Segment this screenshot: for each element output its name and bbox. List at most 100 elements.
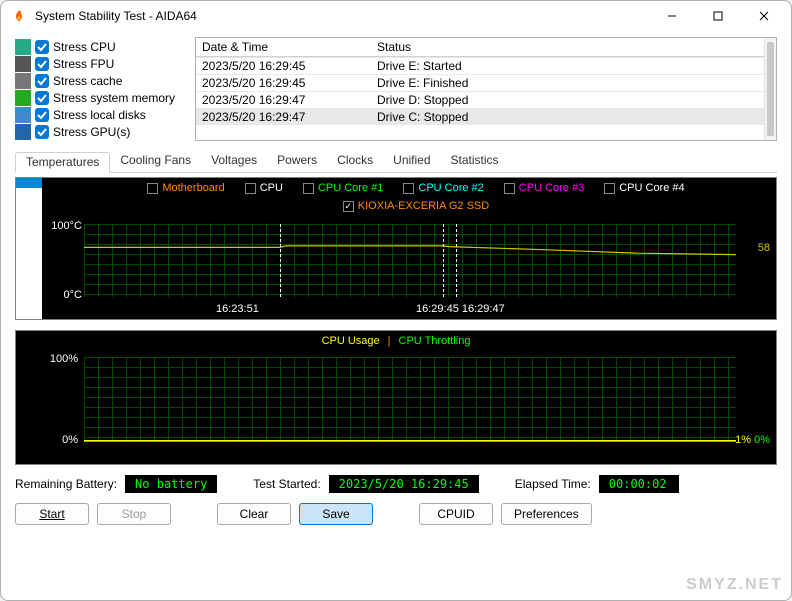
col-datetime-header[interactable]: Date & Time [196, 38, 371, 56]
legend-ssd[interactable]: KIOXIA-EXCERIA G2 SSD [343, 200, 489, 212]
log-status: Drive E: Finished [371, 75, 764, 91]
log-row[interactable]: 2023/5/20 16:29:47Drive D: Stopped [196, 91, 764, 108]
event-marker [280, 224, 281, 297]
log-datetime: 2023/5/20 16:29:47 [196, 109, 371, 125]
chart2-legend: CPU Usage | CPU Throttling [16, 331, 776, 351]
chart1-legend: Motherboard CPU CPU Core #1 CPU Core #2 CPU … [16, 178, 776, 196]
stress-label[interactable]: Stress cache [53, 74, 122, 88]
chart2-ytick-100: 100% [40, 353, 78, 365]
chart-tabs: TemperaturesCooling FansVoltagesPowersCl… [15, 151, 777, 173]
legend-cpu-core-2[interactable]: CPU Core #2 [403, 182, 483, 194]
chart1-ytick-100: 100°C [44, 220, 82, 232]
tab-powers[interactable]: Powers [267, 151, 327, 172]
log-row[interactable]: 2023/5/20 16:29:45Drive E: Started [196, 57, 764, 74]
stop-button[interactable]: Stop [97, 503, 171, 525]
tab-cooling-fans[interactable]: Cooling Fans [110, 151, 201, 172]
stress-option-4: Stress local disks [15, 107, 187, 123]
legend-sep: | [388, 335, 391, 347]
log-status: Drive C: Stopped [371, 109, 764, 125]
stress-option-3: Stress system memory [15, 90, 187, 106]
stress-options: Stress CPU Stress FPU Stress cache Stress s… [15, 37, 187, 141]
tab-temperatures[interactable]: Temperatures [15, 152, 110, 173]
titlebar: System Stability Test - AIDA64 [1, 1, 791, 31]
log-row[interactable]: 2023/5/20 16:29:45Drive E: Finished [196, 74, 764, 91]
legend-motherboard[interactable]: Motherboard [147, 182, 224, 194]
log-datetime: 2023/5/20 16:29:45 [196, 58, 371, 74]
preferences-button[interactable]: Preferences [501, 503, 592, 525]
start-button[interactable]: Start [15, 503, 89, 525]
checkbox-icon [147, 183, 158, 194]
minimize-button[interactable] [649, 1, 695, 31]
stress-label[interactable]: Stress CPU [53, 40, 116, 54]
checkbox-icon [245, 183, 256, 194]
tab-unified[interactable]: Unified [383, 151, 440, 172]
log-body: 2023/5/20 16:29:45Drive E: Started2023/5… [196, 57, 764, 125]
tab-voltages[interactable]: Voltages [201, 151, 267, 172]
checkbox-icon[interactable] [35, 108, 49, 122]
log-status: Drive D: Stopped [371, 92, 764, 108]
legend-label: CPU Core #4 [619, 182, 684, 194]
maximize-button[interactable] [695, 1, 741, 31]
legend-ssd-label: KIOXIA-EXCERIA G2 SSD [358, 200, 489, 212]
battery-value: No battery [125, 475, 217, 493]
legend-cpu-throttling: CPU Throttling [399, 335, 471, 347]
chart1-ytick-0: 0°C [44, 289, 82, 301]
chart1-sidebar[interactable] [16, 178, 42, 319]
legend-cpu-core-1[interactable]: CPU Core #1 [303, 182, 383, 194]
chart1-right-value: 58 [758, 242, 770, 254]
legend-label: Motherboard [162, 182, 224, 194]
chart1-sublegend: KIOXIA-EXCERIA G2 SSD [16, 196, 776, 214]
legend-cpu-core-3[interactable]: CPU Core #3 [504, 182, 584, 194]
checkbox-icon [504, 183, 515, 194]
checkbox-icon[interactable] [35, 57, 49, 71]
close-button[interactable] [741, 1, 787, 31]
stress-label[interactable]: Stress local disks [53, 108, 146, 122]
elapsed-label: Elapsed Time: [515, 477, 591, 491]
status-line: Remaining Battery: No battery Test Start… [15, 475, 777, 493]
device-icon [15, 90, 31, 106]
legend-label: CPU Core #1 [318, 182, 383, 194]
checkbox-icon[interactable] [35, 91, 49, 105]
tab-clocks[interactable]: Clocks [327, 151, 383, 172]
chart1-xtick-0: 16:23:51 [216, 303, 259, 315]
chart1-grid [84, 224, 736, 297]
clear-button[interactable]: Clear [217, 503, 291, 525]
stress-label[interactable]: Stress FPU [53, 57, 114, 71]
event-marker [443, 224, 444, 297]
battery-label: Remaining Battery: [15, 477, 117, 491]
device-icon [15, 73, 31, 89]
chart2-grid [84, 357, 736, 442]
stress-option-1: Stress FPU [15, 56, 187, 72]
cpuid-button[interactable]: CPUID [419, 503, 493, 525]
legend-label: CPU [260, 182, 283, 194]
save-button[interactable]: Save [299, 503, 373, 525]
device-icon [15, 56, 31, 72]
stress-label[interactable]: Stress system memory [53, 91, 175, 105]
stress-option-5: Stress GPU(s) [15, 124, 187, 140]
cpu-chart: CPU Usage | CPU Throttling 100% 0% 1% 0% [15, 330, 777, 465]
legend-cpu-core-4[interactable]: CPU Core #4 [604, 182, 684, 194]
stress-label[interactable]: Stress GPU(s) [53, 125, 130, 139]
stress-option-2: Stress cache [15, 73, 187, 89]
started-value: 2023/5/20 16:29:45 [329, 475, 479, 493]
tab-statistics[interactable]: Statistics [441, 151, 509, 172]
stress-option-0: Stress CPU [15, 39, 187, 55]
log-row[interactable]: 2023/5/20 16:29:47Drive C: Stopped [196, 108, 764, 125]
legend-cpu-usage: CPU Usage [322, 335, 380, 347]
log-datetime: 2023/5/20 16:29:47 [196, 92, 371, 108]
chart2-right-values: 1% 0% [735, 434, 770, 446]
checkbox-icon[interactable] [35, 74, 49, 88]
log-datetime: 2023/5/20 16:29:45 [196, 75, 371, 91]
legend-label: CPU Core #2 [418, 182, 483, 194]
elapsed-value: 00:00:02 [599, 475, 679, 493]
app-window: System Stability Test - AIDA64 Stress CP… [0, 0, 792, 601]
log-scrollbar[interactable] [764, 38, 776, 140]
col-status-header[interactable]: Status [371, 38, 764, 56]
checkbox-icon[interactable] [35, 125, 49, 139]
chart2-ytick-0: 0% [40, 434, 78, 446]
log-panel: Date & Time Status 2023/5/20 16:29:45Dri… [195, 37, 777, 141]
log-status: Drive E: Started [371, 58, 764, 74]
device-icon [15, 107, 31, 123]
checkbox-icon[interactable] [35, 40, 49, 54]
legend-cpu[interactable]: CPU [245, 182, 283, 194]
